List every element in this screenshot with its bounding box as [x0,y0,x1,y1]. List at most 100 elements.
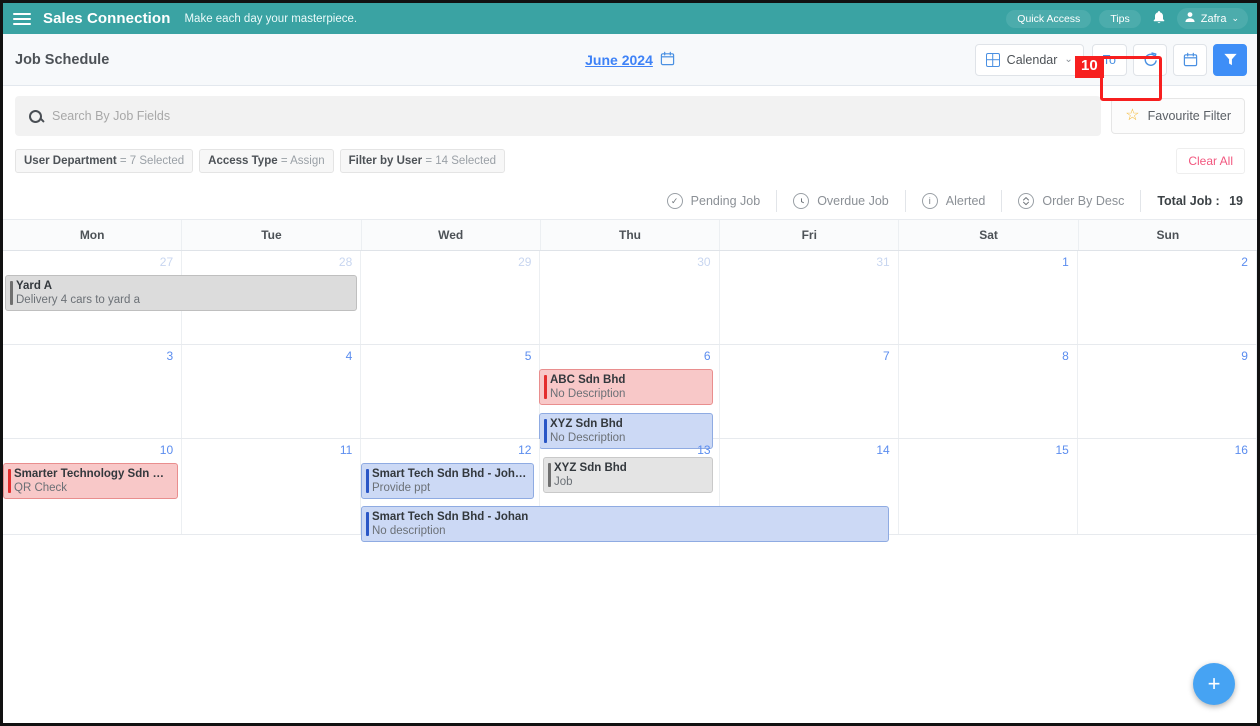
event-title: Smart Tech Sdn Bhd - Johan [372,511,529,523]
chip-equals: = [119,155,127,167]
event-title: Smart Tech Sdn Bhd - Johan [372,468,527,480]
event-title: Yard A [16,280,53,292]
event-color-bar [366,512,369,536]
add-job-button[interactable]: + [1193,663,1235,705]
date-picker-button[interactable] [1173,43,1207,76]
day-header-sun: Sun [1156,228,1180,242]
day-number: 9 [1241,349,1248,363]
day-cell[interactable]: 15 [899,439,1078,534]
total-job-value: 19 [1229,194,1243,208]
star-icon: ☆ [1125,107,1140,124]
search-icon [29,109,42,123]
legend-pending-job[interactable]: ✓ Pending Job [651,190,778,212]
chip-equals: = [425,155,433,167]
legend-alerted[interactable]: i Alerted [906,190,1003,212]
day-number: 7 [883,349,890,363]
app-brand-title: Sales Connection [43,10,171,27]
day-cell[interactable]: 29 [361,251,541,344]
event-color-bar [366,469,369,493]
search-box[interactable] [15,96,1102,136]
day-cell[interactable]: 9 [1078,345,1257,438]
day-number: 30 [697,255,711,269]
calendar-event[interactable]: Yard A Delivery 4 cars to yard a [5,275,357,311]
calendar-event[interactable]: Smarter Technology Sdn Bh... QR Check [3,463,178,499]
chip-value: Assign [290,155,325,167]
day-number: 16 [1234,443,1248,457]
favourite-filter-label: Favourite Filter [1147,109,1231,123]
day-cell[interactable]: 30 [540,251,720,344]
day-cell[interactable]: 3 [3,345,183,438]
calendar-event[interactable]: Smart Tech Sdn Bhd - Johan Provide ppt [361,463,534,499]
day-cell[interactable]: 1 [899,251,1078,344]
event-color-bar [10,281,13,305]
hamburger-icon[interactable] [13,12,31,25]
legend-overdue-job[interactable]: Overdue Job [777,190,906,212]
calendar-week-row: 3 4 5 6 7 8 9 ABC Sdn Bhd No Description… [3,345,1257,493]
day-number: 12 [518,443,532,457]
bell-icon[interactable] [1149,10,1169,27]
event-title: XYZ Sdn Bhd [550,418,623,430]
chip-equals: = [280,155,288,167]
day-number: 2 [1241,255,1248,269]
user-name-label: Zafra [1200,12,1227,25]
calendar-picker-icon[interactable] [660,51,675,69]
calendar-day-header: Mon Tue Wed Thu Fri Sat Sun [3,220,1257,251]
day-number: 28 [338,255,353,269]
day-cell[interactable]: 11 [182,439,362,534]
active-filters-row: User Department = 7 Selected Access Type… [3,144,1257,184]
calendar-body: 27 28 29 30 31 1 2 Yard A Delivery 4 car… [3,251,1257,542]
day-cell[interactable]: 5 [361,345,541,438]
day-cell[interactable]: 4 [182,345,362,438]
day-number: 1 [1062,255,1069,269]
legend-order-by-desc[interactable]: Order By Desc [1002,190,1142,212]
clear-all-button[interactable]: Clear All [1176,148,1245,174]
day-cell[interactable]: 2 [1078,251,1257,344]
chip-key: Filter by User [348,155,423,167]
day-number: 8 [1062,349,1069,363]
calendar-week-row: 10 11 12 13 14 15 16 Smarter Technology … [3,439,1257,542]
user-menu[interactable]: Zafra ⌄ [1176,8,1248,29]
avatar [1184,11,1196,26]
filter-chip-user-department[interactable]: User Department = 7 Selected [15,149,194,173]
chevron-down-icon: ⌄ [1064,54,1073,65]
day-cell[interactable]: 16 [1078,439,1257,534]
chip-key: Access Type [208,155,278,167]
tips-button[interactable]: Tips [1099,9,1141,28]
calendar-event[interactable]: Smart Tech Sdn Bhd - Johan No descriptio… [361,506,889,542]
day-header-fri: Fri [720,220,900,250]
refresh-button[interactable] [1133,43,1167,76]
day-number: 6 [703,349,711,363]
event-description: No Description [550,388,626,400]
search-input[interactable] [52,109,1088,123]
event-description: No description [372,525,446,537]
day-number: 15 [1055,443,1069,457]
day-cell[interactable]: 31 [720,251,899,344]
calendar-event[interactable]: ABC Sdn Bhd No Description [539,369,713,405]
page-header: Job Schedule June 2024 Calendar ⌄ To [3,34,1257,86]
check-circle-icon: ✓ [666,193,683,209]
legend-label: Order By Desc [1042,194,1125,208]
filter-chip-access-type[interactable]: Access Type = Assign [199,149,334,173]
day-number: 10 [159,443,174,457]
current-month-label[interactable]: June 2024 [585,52,653,68]
day-cell[interactable]: 7 [720,345,899,438]
day-cell[interactable]: 8 [899,345,1078,438]
day-header-sat: Sat [899,220,1079,250]
chip-value: 7 Selected [129,155,185,167]
filter-button[interactable] [1213,43,1247,76]
day-header-thu: Thu [541,220,721,250]
info-circle-icon: i [921,193,938,209]
total-job-counter: Total Job : 19 [1141,194,1243,208]
day-header-mon: Mon [3,220,183,250]
favourite-filter-button[interactable]: ☆ Favourite Filter [1111,98,1245,134]
day-number: 13 [697,443,711,457]
day-number: 11 [339,443,353,457]
view-mode-select[interactable]: Calendar ⌄ [974,43,1084,76]
event-description: QR Check [14,482,68,494]
quick-access-button[interactable]: Quick Access [1006,9,1092,28]
day-number: 27 [159,255,174,269]
day-header-tue: Tue [182,220,362,250]
chip-key: User Department [24,155,117,167]
view-mode-label: Calendar [1006,52,1058,67]
filter-chip-filter-by-user[interactable]: Filter by User = 14 Selected [339,149,506,173]
